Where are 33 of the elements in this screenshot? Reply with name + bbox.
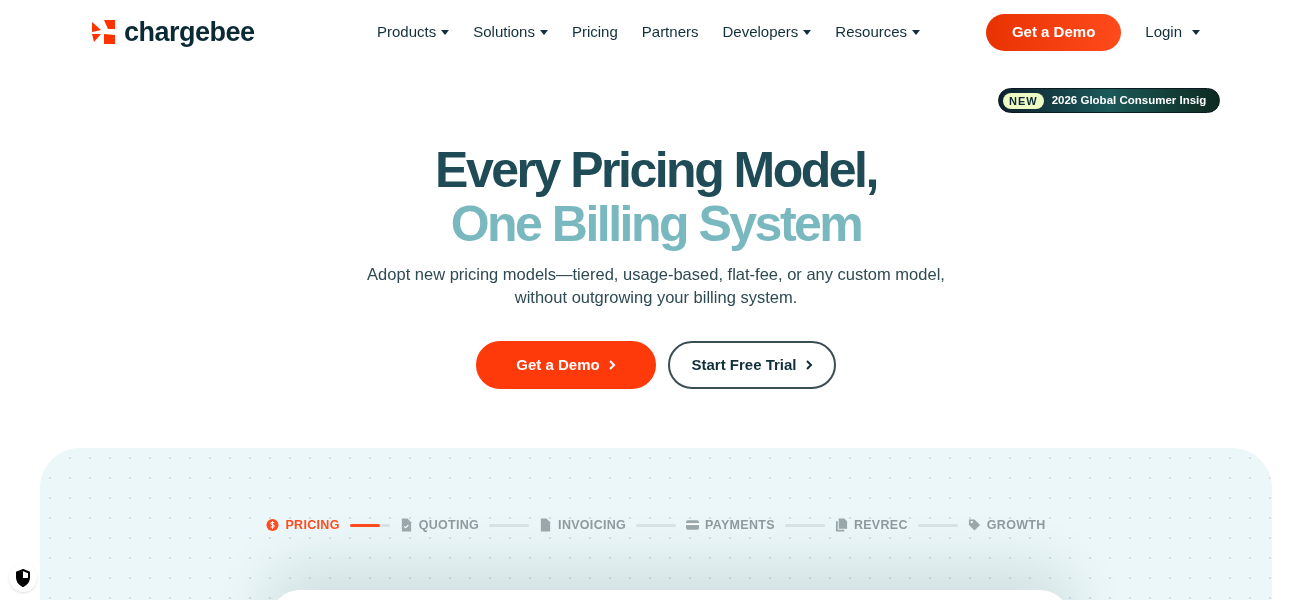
demo-button[interactable]: Get a Demo xyxy=(476,341,656,389)
card-icon xyxy=(686,518,700,533)
chevron-icon xyxy=(607,359,616,371)
nav-link[interactable]: Resources xyxy=(835,20,921,44)
hero-subtitle: Adopt new pricing models—tiered, usage-based, flat-fee, or any custom model, without outgrowing your billing system. xyxy=(366,264,946,308)
caret-icon xyxy=(441,29,450,35)
caret-icon xyxy=(539,29,548,35)
nav-link[interactable]: Pricing xyxy=(571,20,618,44)
hero-title: One Billing System xyxy=(450,197,862,251)
announcement-text: 2026 Global Consumer Insig xyxy=(1051,92,1208,108)
hero-title: Every Pricing Model, xyxy=(435,143,877,197)
demo-button[interactable]: Get a Demo xyxy=(985,13,1122,51)
trial-button[interactable]: Start Free Trial xyxy=(668,341,836,389)
document-icon xyxy=(539,518,553,533)
nav-link[interactable]: Solutions xyxy=(473,20,548,44)
documents-icon xyxy=(834,518,848,533)
logo-icon xyxy=(92,20,116,44)
tag-icon xyxy=(967,518,981,533)
shield-icon xyxy=(15,569,31,587)
privacy-button[interactable] xyxy=(9,564,37,592)
nav-link[interactable]: Partners xyxy=(641,20,699,44)
announcement-banner[interactable]: NEW 2026 Global Consumer Insig xyxy=(998,88,1220,113)
nav-link[interactable]: Products xyxy=(377,20,450,44)
document-check-icon xyxy=(399,518,413,533)
dollar-icon xyxy=(266,518,280,533)
new-badge: NEW xyxy=(1003,92,1044,109)
caret-icon xyxy=(912,29,921,35)
chevron-icon xyxy=(804,359,813,371)
nav-link[interactable]: Developers xyxy=(722,20,812,44)
caret-icon xyxy=(1192,29,1200,35)
logo-wordmark[interactable]: chargebee xyxy=(124,11,255,53)
caret-icon xyxy=(803,29,812,35)
login-link[interactable]: Login xyxy=(1145,20,1200,44)
